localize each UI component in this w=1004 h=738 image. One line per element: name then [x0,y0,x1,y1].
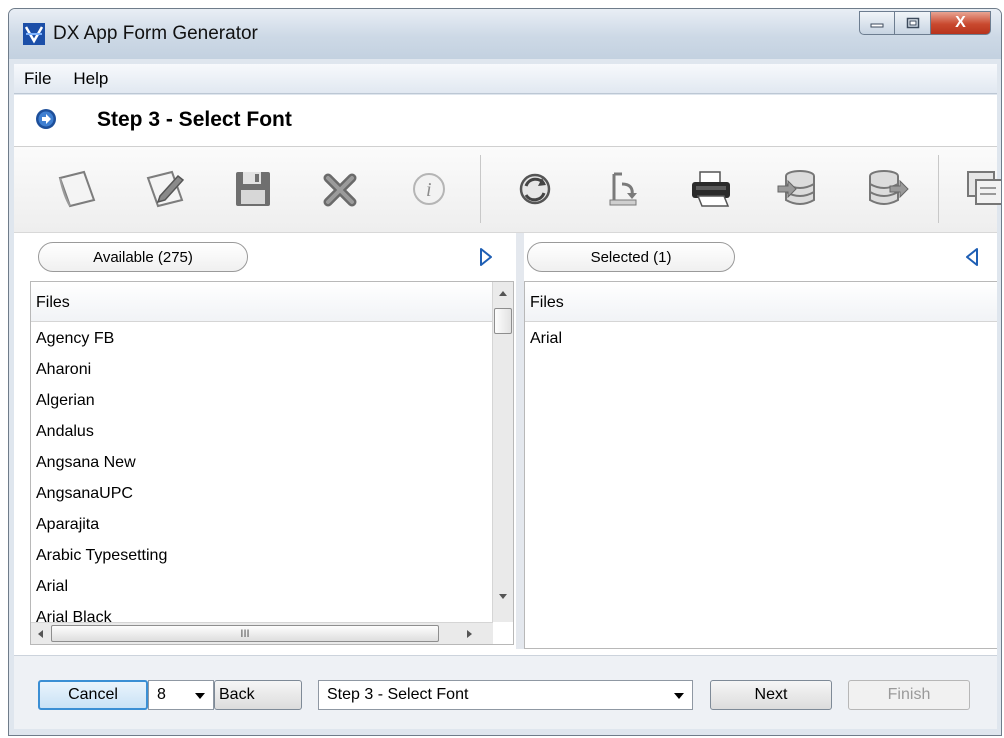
save-icon [236,172,270,206]
toolbar-separator [480,155,481,223]
list-item[interactable]: Angsana New [31,446,513,477]
arrow-right-circle-icon [36,109,56,129]
delete-button[interactable] [318,166,364,212]
list-item[interactable]: Arial [525,322,997,353]
app-icon [23,23,45,45]
scroll-grip: III [240,628,250,640]
move-right-icon[interactable] [478,247,494,267]
available-column-header[interactable]: Files [31,282,493,322]
print-icon [692,171,730,207]
menu-help[interactable]: Help [73,69,108,89]
window-copy-button[interactable] [964,166,1001,212]
page-size-select[interactable]: 8 [148,680,214,710]
next-button[interactable]: Next [710,680,832,710]
available-panel: Available (275) Files Agency FB Aharoni … [14,233,516,649]
panel-splitter[interactable] [516,233,524,649]
edit-button[interactable] [142,166,188,212]
window-copy-icon [967,171,1001,205]
close-button[interactable]: X [931,11,991,35]
menu-file[interactable]: File [24,69,51,89]
save-button[interactable] [230,166,276,212]
print-button[interactable] [688,166,734,212]
new-icon [58,170,96,208]
available-vertical-scrollbar[interactable] [492,282,513,622]
minimize-icon [870,23,884,28]
info-button[interactable]: i [406,166,452,212]
list-item[interactable]: Agency FB [31,322,513,353]
scroll-left-icon[interactable] [33,624,49,644]
app-window: DX App Form Generator X File Help Step 3… [8,8,1002,736]
available-header: Available (275) [38,242,248,272]
database-export-icon [777,170,815,205]
new-button[interactable] [54,166,100,212]
list-item[interactable]: Arabic Typesetting [31,539,513,570]
window-title: DX App Form Generator [53,23,258,44]
horizontal-scroll-thumb[interactable]: III [51,625,439,642]
available-list: Files Agency FB Aharoni Algerian Andalus… [30,281,514,645]
move-left-icon[interactable] [964,247,980,267]
page-size-value: 8 [157,686,166,703]
scroll-right-icon[interactable] [461,624,477,644]
cancel-button[interactable]: Cancel [38,680,148,710]
scroll-up-icon[interactable] [493,286,513,302]
import-button[interactable] [600,166,646,212]
list-item[interactable]: Arial [31,570,513,601]
list-item[interactable]: Aparajita [31,508,513,539]
minimize-button[interactable] [859,11,895,35]
step-select[interactable]: Step 3 - Select Font [318,680,693,710]
close-icon: X [955,14,966,31]
toolbar: i [14,147,1001,233]
vertical-scroll-thumb[interactable] [494,308,512,334]
wizard-content: Step 3 - Select Font i Available (275) F… [14,95,1001,729]
list-item[interactable]: Andalus [31,415,513,446]
maximize-icon [906,17,919,29]
scroll-down-icon[interactable] [493,588,513,604]
available-rows: Agency FB Aharoni Algerian Andalus Angsa… [31,322,513,632]
info-icon: i [413,173,445,205]
chevron-down-icon [674,693,684,699]
refresh-button[interactable] [512,166,558,212]
selected-panel: Selected (1) Files Arial [524,233,997,649]
toolbar-separator [938,155,939,223]
list-item[interactable]: Aharoni [31,353,513,384]
delete-icon [323,173,357,207]
finish-button[interactable]: Finish [848,680,970,710]
import-icon [609,172,637,206]
chevron-down-icon [195,693,205,699]
step-select-value: Step 3 - Select Font [327,686,469,703]
refresh-icon [519,173,551,205]
list-item[interactable]: Algerian [31,384,513,415]
edit-icon [146,170,185,208]
database-import-button[interactable] [864,166,910,212]
selected-list: Files Arial [524,281,997,649]
step-title: Step 3 - Select Font [97,108,292,131]
available-horizontal-scrollbar[interactable]: III [31,622,493,644]
maximize-button[interactable] [895,11,931,35]
menu-bar: File Help [14,64,997,94]
wizard-footer: Cancel 8 Back Step 3 - Select Font Next … [14,655,997,729]
svg-text:i: i [426,179,432,201]
database-export-button[interactable] [776,166,822,212]
title-bar[interactable]: DX App Form Generator X [9,9,1001,59]
selected-column-header[interactable]: Files [525,282,997,322]
window-controls: X [859,11,991,35]
list-item[interactable]: AngsanaUPC [31,477,513,508]
database-import-icon [869,170,909,205]
back-button[interactable]: Back [214,680,302,710]
selected-header: Selected (1) [527,242,735,272]
step-header: Step 3 - Select Font [14,95,997,147]
